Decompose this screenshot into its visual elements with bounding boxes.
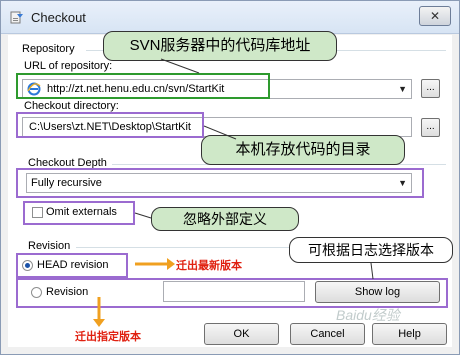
annotation-arrows [93, 58, 374, 327]
callout-pointer [134, 212, 152, 219]
callout-pointer [203, 125, 237, 140]
watermark: Baidu经验 [336, 307, 400, 323]
arrow-head-icon [93, 319, 105, 327]
callout-pointer [160, 58, 200, 74]
arrow-head-icon [167, 258, 175, 270]
checkout-dialog: Checkout ✕ Repository URL of repository:… [0, 0, 460, 355]
callout-pointer [370, 262, 374, 280]
